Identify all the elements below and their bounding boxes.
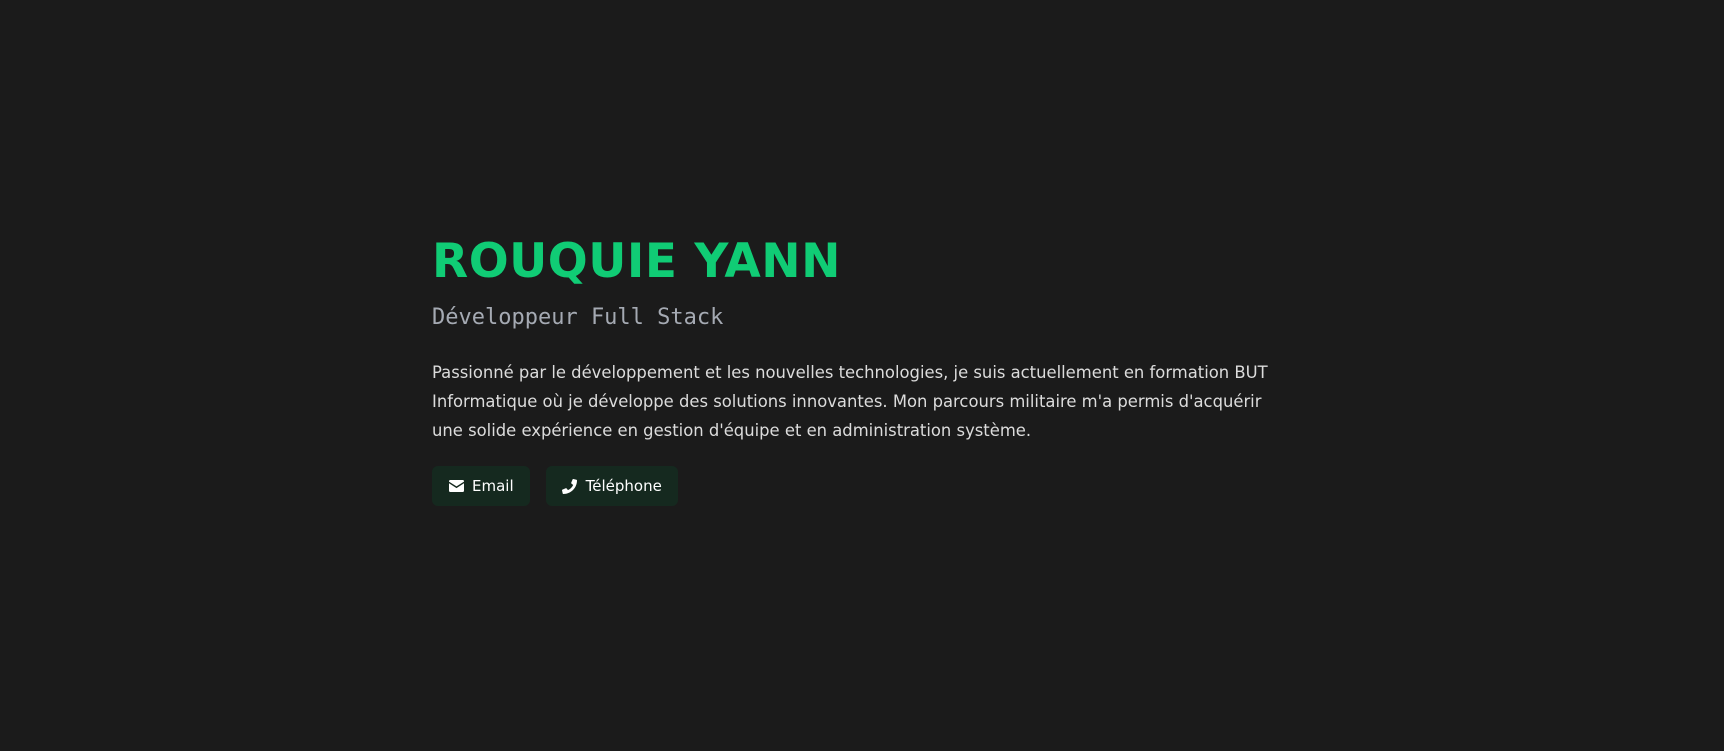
phone-icon: [562, 478, 578, 494]
hero-section: ROUQUIE YANN Développeur Full Stack Pass…: [432, 232, 1292, 506]
profile-role: Développeur Full Stack: [432, 305, 724, 330]
email-button[interactable]: Email: [432, 466, 530, 506]
phone-button-label: Téléphone: [585, 477, 662, 495]
email-button-label: Email: [472, 477, 514, 495]
envelope-icon: [448, 478, 464, 494]
phone-button[interactable]: Téléphone: [545, 466, 678, 506]
contact-actions: Email Téléphone: [432, 466, 1292, 506]
profile-bio: Passionné par le développement et les no…: [432, 363, 1268, 440]
profile-name: ROUQUIE YANN: [432, 234, 841, 289]
